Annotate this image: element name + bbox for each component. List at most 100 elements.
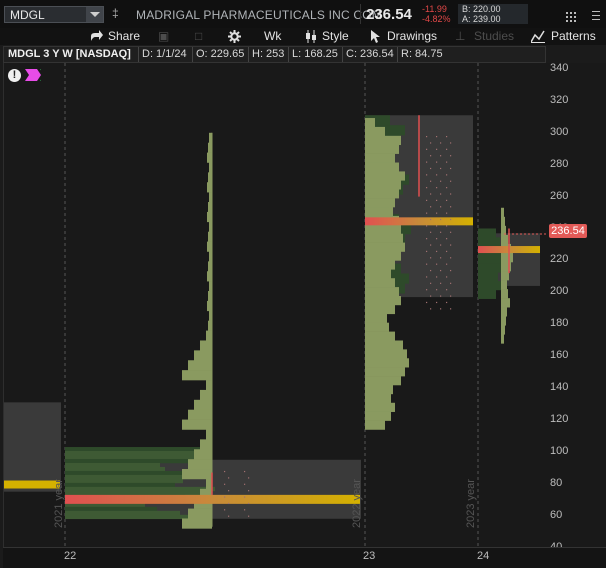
y-tick: 180 <box>550 317 569 330</box>
chevron-down-icon[interactable] <box>86 7 103 22</box>
drawings-button[interactable]: Drawings <box>387 28 437 45</box>
profile-bar-2023 <box>365 358 409 368</box>
tpo-dot <box>436 161 438 163</box>
tpo-dot <box>426 212 428 214</box>
tpo-dot <box>426 187 428 189</box>
profile-bar-2022-right <box>206 429 212 440</box>
tpo-dot <box>426 174 428 176</box>
tpo-dot <box>436 289 438 291</box>
style-button[interactable]: Style <box>322 28 349 45</box>
tpo-dot <box>430 155 432 157</box>
link-icon[interactable]: ‡ <box>112 6 120 20</box>
share-button[interactable]: Share <box>108 28 140 45</box>
year-label-2021: 2021 year <box>53 479 65 528</box>
grid-icon[interactable] <box>566 12 576 22</box>
profile-bar-2023 <box>365 180 401 190</box>
tpo-dot <box>450 167 452 170</box>
tpo-dot <box>426 289 428 291</box>
profile-bar-2022 <box>65 447 205 452</box>
y-tick: 320 <box>550 93 569 106</box>
menu-icon[interactable] <box>592 11 600 21</box>
profile-bar-2022-right <box>208 142 212 153</box>
symbol-selector[interactable]: MDGL <box>4 6 104 23</box>
profile-bar-2022 <box>65 514 200 520</box>
y-tick: 260 <box>550 189 569 202</box>
tpo-dot <box>248 477 250 479</box>
profile-bar-2022-right <box>208 291 212 302</box>
low-value: L: 168.25 <box>292 48 338 60</box>
profile-bar-2022-right <box>207 271 212 282</box>
tpo-dot <box>228 490 230 492</box>
profile-bar-2022-right <box>194 399 212 410</box>
tpo-dot <box>430 218 432 221</box>
event-badges[interactable] <box>25 69 41 81</box>
y-tick: 80 <box>550 476 563 489</box>
tpo-dot <box>446 187 448 189</box>
chart-toolbar: Share ▣ □ Wk Style Drawings ⊥ Studies Pa… <box>0 28 606 45</box>
profile-bar-2022 <box>65 474 190 480</box>
profile-bar-2024 <box>501 334 504 344</box>
tpo-dot <box>426 225 428 227</box>
patterns-icon[interactable] <box>531 30 545 43</box>
profile-bar-2024-left <box>478 228 496 238</box>
divider <box>288 47 289 62</box>
gear-icon[interactable] <box>228 30 241 43</box>
chart-canvas[interactable] <box>3 63 547 547</box>
studies-button: Studies <box>474 29 515 43</box>
profile-bar-2022-right <box>200 389 212 401</box>
ask-value: A: 239.00 <box>462 14 501 24</box>
tpo-dot <box>446 174 448 176</box>
tpo-dot <box>450 206 452 208</box>
profile-bar-2023 <box>365 207 393 217</box>
profile-bar-2022-right <box>208 261 212 272</box>
profile-bar-2022 <box>65 478 183 484</box>
profile-bar-2024 <box>501 216 505 227</box>
time-axis[interactable]: 22 23 24 <box>3 547 606 568</box>
tpo-dot <box>436 174 438 176</box>
profile-bar-2024 <box>501 280 507 290</box>
profile-bar-2022-right <box>208 231 212 242</box>
timeframe-button[interactable]: Wk <box>264 28 281 45</box>
tpo-dot <box>440 231 442 233</box>
profile-bar-2022-right <box>208 320 212 331</box>
tpo-dot <box>426 276 428 278</box>
profile-bar-2023 <box>365 144 399 154</box>
tpo-dot <box>440 193 442 195</box>
y-tick: 200 <box>550 285 569 298</box>
profile-bar-2023 <box>365 171 405 181</box>
share-icon[interactable] <box>90 30 104 42</box>
profile-bar-2023 <box>365 349 407 359</box>
y-tick: 60 <box>550 508 563 521</box>
tpo-dot <box>446 135 448 138</box>
profile-bar-2023 <box>365 411 391 421</box>
divider <box>397 47 398 62</box>
tpo-dot <box>244 509 246 511</box>
profile-bar-2022-right <box>200 439 212 450</box>
symbol-input[interactable]: MDGL <box>10 8 45 22</box>
style-icon[interactable] <box>305 30 317 43</box>
cursor-icon[interactable] <box>370 30 381 43</box>
y-tick: 120 <box>550 412 569 425</box>
studies-icon: ⊥ <box>455 29 466 43</box>
tpo-dot <box>446 263 448 265</box>
tpo-dot <box>436 135 438 138</box>
profile-bar-2023 <box>365 331 395 341</box>
profile-bar-2023 <box>365 260 395 270</box>
tpo-dot <box>440 167 442 170</box>
tpo-dot <box>244 470 246 473</box>
tpo-dot <box>440 180 442 182</box>
tpo-dot <box>446 161 448 163</box>
profile-bar-2022-right <box>206 478 212 490</box>
tpo-dot <box>440 244 442 246</box>
tpo-dot <box>430 244 432 246</box>
profile-bar-2023 <box>365 162 399 172</box>
alert-icon[interactable]: ! <box>8 69 21 82</box>
year-label-2022: 2022 year <box>351 479 363 528</box>
patterns-button[interactable]: Patterns <box>551 28 596 45</box>
profile-bar-2023 <box>365 295 401 306</box>
price-axis[interactable]: 3403203002802602402202001801601401201008… <box>546 62 606 553</box>
tpo-dot <box>248 490 250 492</box>
profile-bar-2024 <box>501 271 509 281</box>
profile-bar-2022-right <box>207 300 212 312</box>
tpo-dot <box>446 250 448 253</box>
